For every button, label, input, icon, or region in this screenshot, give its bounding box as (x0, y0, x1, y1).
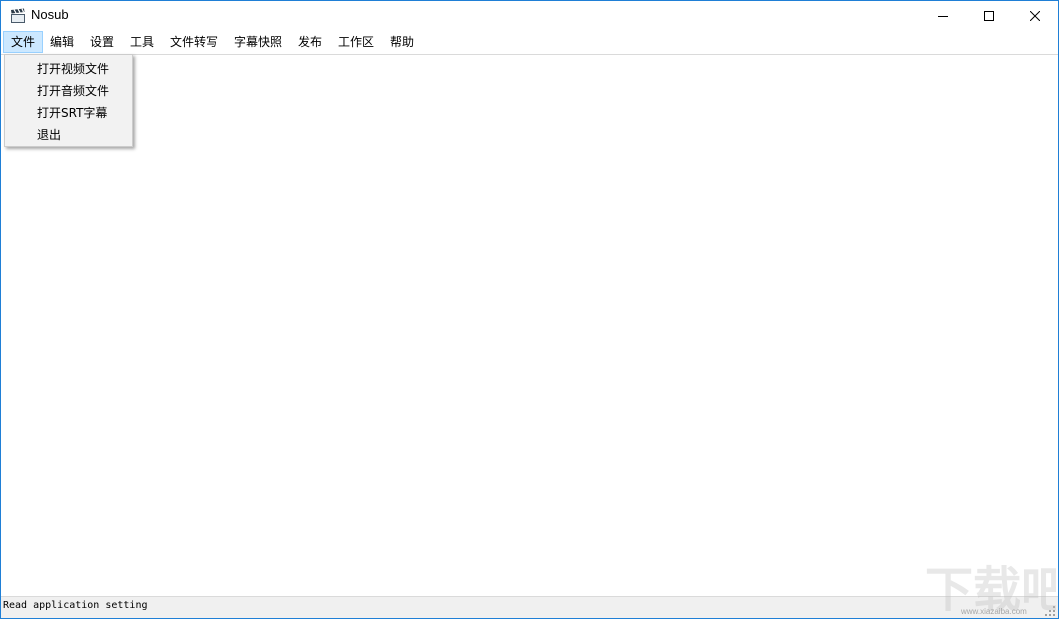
close-button[interactable] (1012, 1, 1058, 31)
minimize-icon (938, 16, 948, 17)
menu-item-exit[interactable]: 退出 (5, 124, 132, 146)
menu-item-open-srt[interactable]: 打开SRT字幕 (5, 102, 132, 124)
status-text: Read application setting (3, 600, 148, 611)
menu-item-open-video[interactable]: 打开视频文件 (5, 58, 132, 80)
maximize-button[interactable] (966, 1, 1012, 31)
menu-help[interactable]: 帮助 (383, 31, 421, 53)
menu-tools[interactable]: 工具 (123, 31, 161, 53)
minimize-button[interactable] (920, 1, 966, 31)
menu-edit[interactable]: 编辑 (43, 31, 81, 53)
menu-item-open-audio[interactable]: 打开音频文件 (5, 80, 132, 102)
menu-transcribe[interactable]: 文件转写 (163, 31, 225, 53)
title-bar[interactable]: Nosub (1, 1, 1058, 31)
maximize-icon (984, 11, 994, 21)
menu-bar: 文件 编辑 设置 工具 文件转写 字幕快照 发布 工作区 帮助 (1, 31, 1058, 53)
menu-workspace[interactable]: 工作区 (331, 31, 381, 53)
app-window: Nosub 文件 编辑 设置 工具 文件转写 字幕快照 发布 工作区 帮助 打开… (0, 0, 1059, 619)
menu-subtitle-snapshot[interactable]: 字幕快照 (227, 31, 289, 53)
main-content-area[interactable] (1, 54, 1058, 597)
clapperboard-icon (11, 8, 25, 23)
menu-publish[interactable]: 发布 (291, 31, 329, 53)
status-bar: Read application setting (1, 596, 1058, 618)
window-title: Nosub (31, 7, 69, 22)
file-menu-dropdown: 打开视频文件 打开音频文件 打开SRT字幕 退出 (4, 54, 133, 147)
menu-file[interactable]: 文件 (3, 31, 44, 53)
menu-settings[interactable]: 设置 (83, 31, 121, 53)
watermark-url: www.xiazaiba.com (961, 607, 1027, 616)
close-icon (1030, 11, 1040, 21)
